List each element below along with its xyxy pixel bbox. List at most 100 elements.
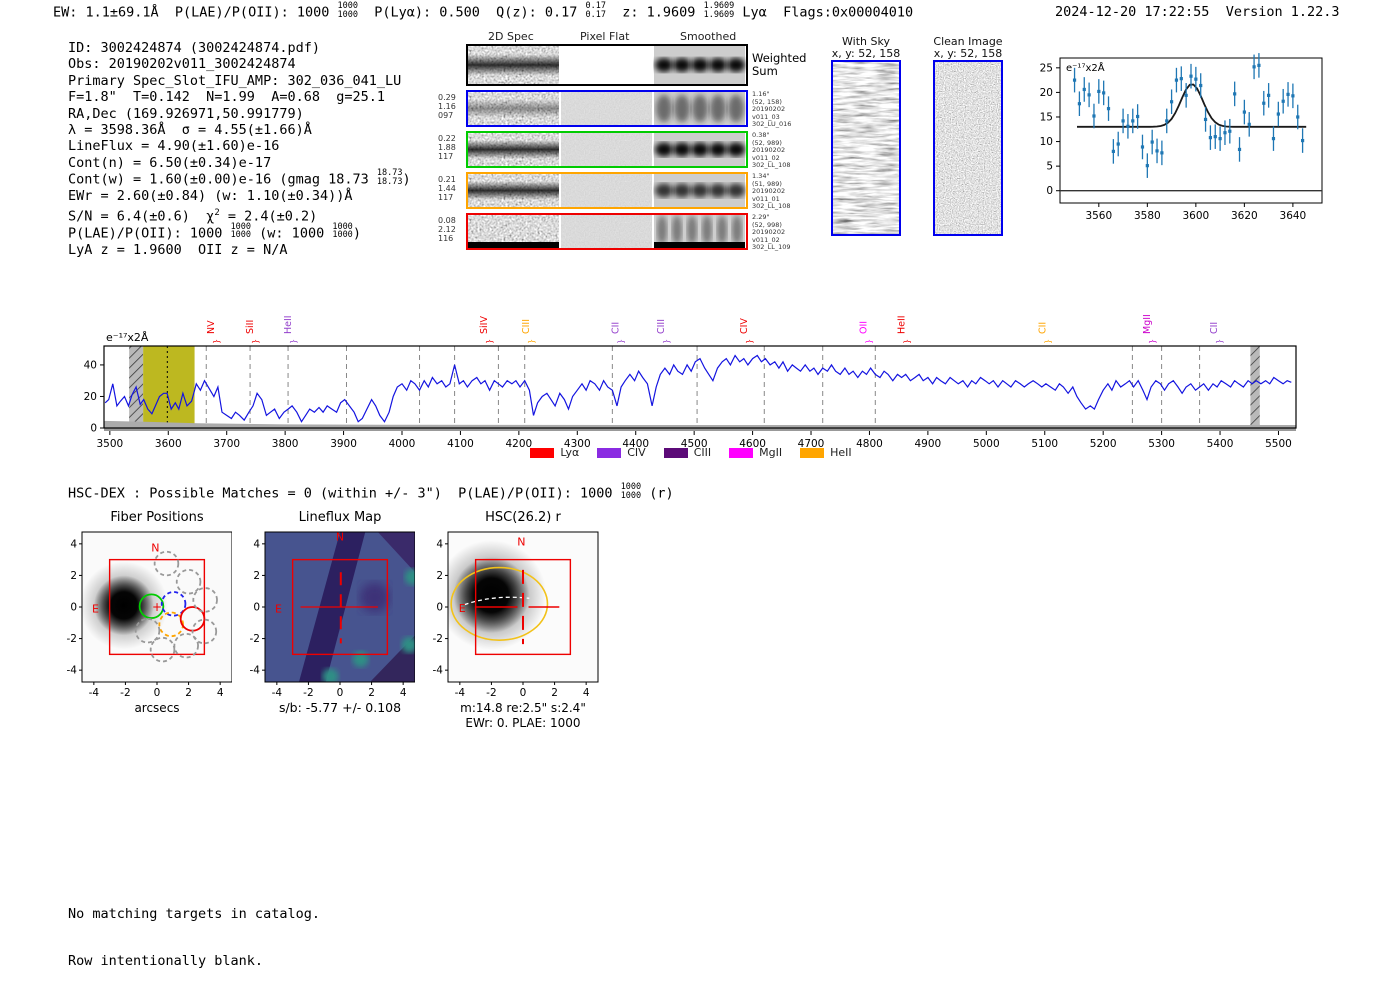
map-layers [265, 532, 415, 682]
generated-timestamp: 2024-12-20 17:22:55 [1055, 4, 1210, 20]
x-tick-label: -2 [303, 687, 313, 699]
dark-band [468, 181, 559, 200]
legend-label: MgII [759, 446, 783, 459]
cutout-row-images [468, 133, 745, 166]
catalog-note: No matching targets in catalog. Row inte… [68, 876, 320, 985]
data-point [1262, 101, 1266, 105]
blob [655, 58, 673, 72]
legend-label: CIV [627, 446, 646, 459]
cell-2dspec [468, 133, 559, 166]
emission-line-label: SiII [245, 320, 256, 334]
x-tick-label: -2 [486, 687, 496, 699]
data-point [1077, 102, 1082, 106]
data-point [1194, 77, 1198, 81]
info-1-text-0: Obs: 20190202v011_3002424874 [68, 56, 296, 73]
cutout-right-labels-fiber3: 1.34" (51, 989) 20190202 v011_01 302_LL_108 [752, 172, 791, 211]
emission-line-label: NV [206, 320, 217, 334]
info-line-8: Cont(w) = 1.60(±0.00)e-16 (gmag 18.73 18… [68, 169, 411, 188]
left-label: 1.16 [438, 102, 456, 111]
y-tick-label: 0 [90, 423, 97, 435]
line-bracket: { [903, 339, 912, 344]
info-line-7: Cont(n) = 6.50(±0.34)e-17 [68, 155, 411, 171]
left-label: 0.21 [438, 175, 456, 184]
header-text-0: EW: 1.1±69.1Å P(LAE)/P(OII): 1000 [53, 4, 338, 21]
left-label: 0.29 [438, 93, 456, 102]
data-point [1131, 119, 1135, 123]
data-point [1092, 114, 1096, 118]
header-frac-low: 0.17 [585, 9, 607, 20]
cutout-right-labels-fiber2: 0.38" (52, 989) 20190202 v011_02 302_LL_108 [752, 131, 791, 170]
legend-item-4: HeII [800, 446, 852, 459]
y-tick-label: 15 [1040, 111, 1053, 123]
cutout-right-labels-fiber1: 1.16" (52, 158) 20190202 v011_03 302_LU_016 [752, 90, 791, 129]
compass-north: N [336, 531, 344, 544]
header-fraction-1: 1000 1000 [337, 2, 357, 19]
center-cross: + [152, 600, 162, 614]
blob [709, 183, 727, 198]
line-bracket: { [212, 339, 221, 344]
streak [687, 215, 697, 245]
hatch-band [1250, 346, 1260, 428]
blob [656, 94, 672, 123]
info-12-text-0: LyA z = 1.9600 OII z = N/A [68, 241, 288, 258]
line-bracket: { [290, 339, 299, 344]
info-8-text-2: ) [402, 171, 411, 188]
hscdex-fraction-1: 1000 1000 [621, 483, 641, 500]
cell-pixelflat [561, 174, 652, 207]
y-tick-label: 0 [436, 602, 443, 614]
spectrum-units-label: e⁻¹⁷x2Å [106, 331, 149, 344]
cell-2dspec [468, 215, 559, 248]
legend-label: HeII [830, 446, 852, 459]
y-tick-label: 20 [84, 391, 97, 403]
x-tick-label: -2 [120, 687, 130, 699]
data-point [1199, 83, 1203, 88]
blob [727, 142, 745, 157]
cell-pixelflat [561, 92, 652, 125]
y-tick-label: -2 [433, 633, 443, 645]
hscdex-frac-low: 1000 [620, 490, 642, 501]
blob [710, 94, 726, 123]
header-fraction-3: 0.17 0.17 [586, 2, 606, 19]
x-tick-label: 3620 [1231, 210, 1258, 222]
info-line-0: ID: 3002424874 (3002424874.pdf) [68, 40, 411, 56]
streak [657, 215, 667, 245]
cell-smoothed [654, 215, 745, 248]
cell-2dspec [468, 174, 559, 207]
data-point [1213, 135, 1217, 139]
timestamp-version: 2024-12-20 17:22:55 Version 1.22.3 [1055, 4, 1340, 20]
blob [673, 142, 691, 157]
right-label: 302_LL_108 [752, 161, 791, 170]
cutout-left-labels-fiber1: 0.29 1.16 097 [438, 93, 462, 120]
emission-line-label: CIII [656, 319, 667, 334]
data-point [1072, 78, 1077, 82]
blob [673, 58, 691, 72]
x-tick-label: 2 [185, 687, 192, 699]
data-point [1121, 119, 1125, 123]
x-tick-label: 3580 [1134, 210, 1161, 222]
y-tick-label: 40 [84, 359, 97, 371]
legend-swatch [597, 447, 622, 458]
legend-item-2: CIII [663, 446, 711, 459]
blob [727, 58, 745, 72]
x-tick-label: 2 [368, 687, 375, 699]
blob [709, 58, 727, 72]
streak [717, 215, 727, 245]
note-line-2: Row intentionally blank. [68, 952, 264, 969]
info-11-frac-low: 1000 [230, 230, 252, 241]
info-10-text-0: S/N = 6.4(±0.6) χ [68, 208, 215, 225]
cell-smoothed [654, 174, 745, 207]
fiber-positions-panel: Fiber Positions -4 -4 -2 -2 0 0 2 2 4 4 + N Earcsecs [67, 510, 232, 715]
inset-units-label: e⁻¹⁷x2Å [1066, 61, 1105, 74]
withsky-image [831, 60, 901, 236]
streak [702, 215, 712, 245]
y-tick-label: 10 [1040, 136, 1053, 148]
blob [691, 58, 709, 72]
column-title-pixelflat: Pixel Flat [580, 30, 630, 43]
x-axis-label: arcsecs [134, 701, 179, 715]
noise-rect [833, 62, 899, 234]
compass-north: N [517, 535, 525, 548]
emission-line-label: CII [1037, 322, 1048, 334]
cutout-row-sum [466, 44, 748, 86]
legend-item-1: CIV [597, 446, 646, 459]
sb-caption: s/b: -5.77 +/- 0.108 [279, 700, 401, 715]
